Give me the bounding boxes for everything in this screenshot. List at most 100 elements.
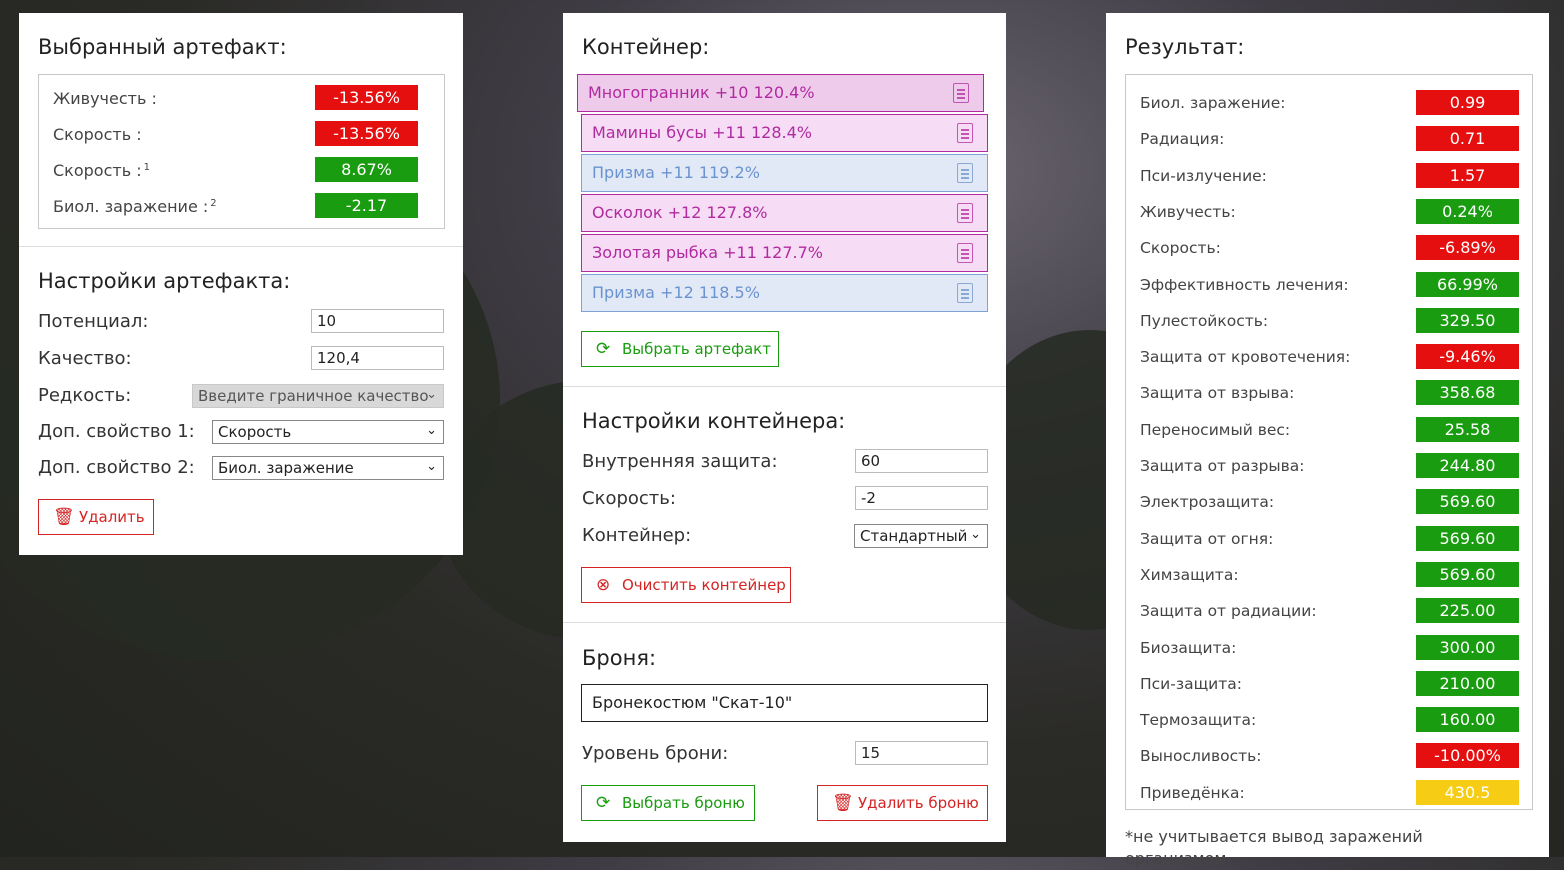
result-label: Эффективность лечения: [1140,275,1349,294]
result-title: Результат: [1125,35,1245,59]
extra2-label: Доп. свойство 2: [38,457,195,478]
result-label: Живучесть: [1140,202,1236,221]
extra1-select[interactable]: Скорость ⌄ [212,420,444,444]
stat-row: Живучесть : -13.56% [39,79,444,115]
container-artifact-label: Призма +12 118.5% [592,283,760,302]
potential-label: Потенциал: [38,311,149,332]
result-value: 329.50 [1416,307,1519,333]
result-label: Электрозащита: [1140,493,1275,512]
stat-row: Биол. заражение :2 -2.17 [39,187,444,223]
container-artifact-item[interactable]: Осколок +12 127.8% [581,194,988,232]
container-speed-input[interactable] [855,486,988,510]
chevron-down-icon: ⌄ [426,459,437,474]
container-artifact-item[interactable]: Многогранник +10 120.4% [577,74,984,112]
result-stats: Биол. заражение: 0.99 Радиация: 0.71 Пси-изл… [1125,74,1533,810]
result-row: Биол. заражение: 0.99 [1140,83,1530,119]
container-artifact-label: Призма +11 119.2% [592,163,760,182]
armor-title: Броня: [582,646,657,670]
result-value: 430.5 [1416,779,1519,805]
result-value: 0.99 [1416,90,1519,115]
delete-armor-button[interactable]: 🗑 Удалить броню [817,785,988,821]
result-row: Пси-защита: 210.00 [1140,664,1530,700]
armor-level-input[interactable] [855,741,988,765]
inner-protection-label: Внутренняя защита: [582,451,778,472]
armor-name-field[interactable]: Бронекостюм "Скат-10" [581,684,988,722]
container-artifact-item[interactable]: Призма +11 119.2% [581,154,988,192]
result-row: Химзащита: 569.60 [1140,555,1530,591]
result-label: Скорость: [1140,239,1221,258]
container-artifact-item[interactable]: Золотая рыбка +11 127.7% [581,234,988,272]
trash-icon: 🗑 [832,793,854,813]
document-icon[interactable] [957,283,973,303]
result-label: Выносливость: [1140,747,1262,766]
choose-armor-label: Выбрать броню [622,794,745,812]
document-icon[interactable] [957,163,973,183]
result-label: Химзащита: [1140,565,1239,584]
result-label: Защита от кровотечения: [1140,348,1351,367]
result-value: -10.00% [1416,743,1519,769]
result-label: Пси-излучение: [1140,166,1267,185]
inner-protection-input[interactable] [855,449,988,473]
container-artifact-item[interactable]: Мамины бусы +11 128.4% [581,114,988,152]
container-artifact-label: Осколок +12 127.8% [592,203,768,222]
choose-armor-button[interactable]: ⟳ Выбрать броню [581,785,755,821]
delete-armor-label: Удалить броню [858,794,979,812]
result-value: 569.60 [1416,561,1519,587]
result-label: Биол. заражение: [1140,94,1286,112]
result-value: 160.00 [1416,707,1519,733]
delete-artifact-label: Удалить [79,508,145,526]
result-row: Электрозащита: 569.60 [1140,482,1530,518]
container-title: Контейнер: [582,35,710,59]
document-icon[interactable] [957,203,973,223]
potential-input[interactable] [311,309,444,333]
result-value: 25.58 [1416,416,1519,442]
result-value: 1.57 [1416,162,1519,188]
chevron-down-icon: ⌄ [426,387,437,402]
clear-container-button[interactable]: ⊗ Очистить контейнер [581,567,791,603]
document-icon[interactable] [957,123,973,143]
result-value: 569.60 [1416,489,1519,515]
document-icon[interactable] [957,243,973,263]
result-label: Защита от разрыва: [1140,457,1305,475]
delete-artifact-button[interactable]: 🗑 Удалить [38,499,154,535]
rarity-label: Редкость: [38,385,132,406]
result-value: 0.71 [1416,126,1519,152]
result-label: Биозащита: [1140,638,1237,657]
result-row: Приведёнка: 430.5 [1140,773,1530,809]
choose-artifact-button[interactable]: ⟳ Выбрать артефакт [581,331,779,367]
result-value: 225.00 [1416,598,1519,624]
result-row: Биозащита: 300.00 [1140,628,1530,664]
document-icon[interactable] [953,83,969,103]
divider [563,622,1006,623]
result-panel: Результат: Биол. заражение: 0.99 Радиация:… [1106,13,1549,868]
result-value: 66.99% [1416,271,1519,297]
extra2-select[interactable]: Биол. заражение ⌄ [212,456,444,480]
container-settings-title: Настройки контейнера: [582,409,846,433]
trash-icon: 🗑 [53,507,75,527]
divider [563,386,1006,387]
result-value: 300.00 [1416,634,1519,660]
divider [19,246,463,247]
result-label: Защита от радиации: [1140,602,1317,621]
stat-value: -13.56% [315,85,418,110]
close-circle-icon: ⊗ [596,575,611,595]
extra1-label: Доп. свойство 1: [38,421,195,442]
result-value: -9.46% [1416,344,1519,370]
chevron-down-icon: ⌄ [426,423,437,438]
result-row: Пулестойкость: 329.50 [1140,301,1530,337]
result-row: Радиация: 0.71 [1140,119,1530,155]
artifact-settings-title: Настройки артефакта: [38,269,291,293]
quality-input[interactable] [311,346,444,370]
armor-name: Бронекостюм "Скат-10" [592,693,793,712]
selected-artifact-title: Выбранный артефакт: [38,35,287,59]
choose-artifact-label: Выбрать артефакт [622,340,771,358]
container-type-select[interactable]: Стандартный ⌄ [854,524,988,548]
container-speed-label: Скорость: [582,488,676,509]
result-row: Скорость: -6.89% [1140,228,1530,264]
container-type-value: Стандартный [860,527,968,545]
result-row: Эффективность лечения: 66.99% [1140,265,1530,301]
stat-label: Биол. заражение :2 [53,197,217,216]
result-row: Пси-излучение: 1.57 [1140,156,1530,192]
rarity-select[interactable]: Введите граничное качество ⌄ [192,384,444,408]
container-artifact-item[interactable]: Призма +12 118.5% [581,274,988,312]
